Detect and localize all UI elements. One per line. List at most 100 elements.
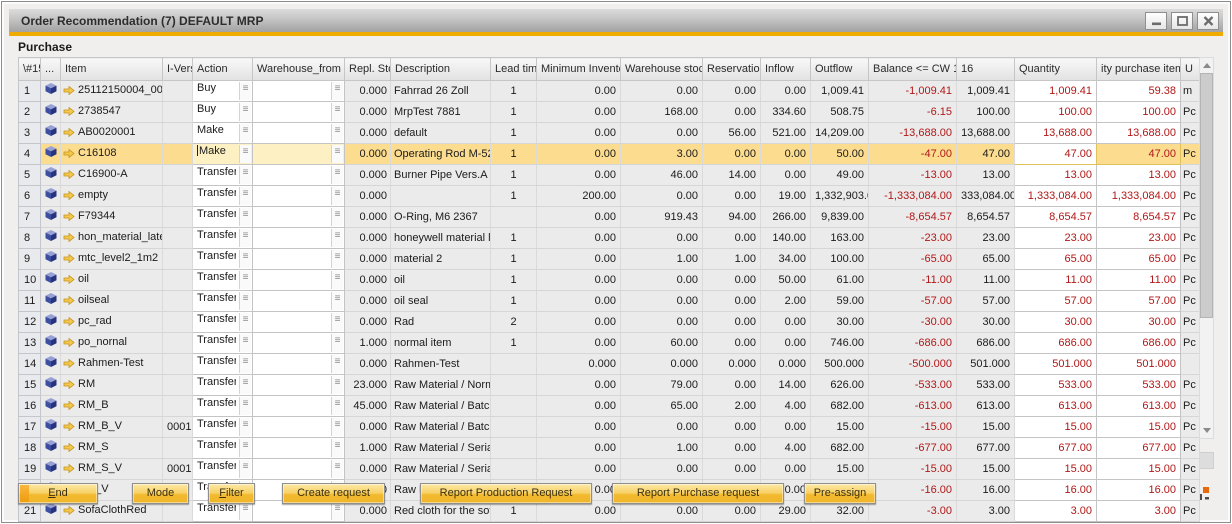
col-header-quantity[interactable]: Quantity (1015, 58, 1097, 81)
choose-list-icon[interactable]: ≡ (239, 271, 251, 289)
quantity-cell[interactable]: 1,333,084.00 (1015, 186, 1097, 207)
col-header-balance-cw14[interactable]: Balance <= CW 14 (869, 58, 957, 81)
quantity-cell[interactable]: 11.00 (1015, 270, 1097, 291)
quantity-purchase-item-cell[interactable]: 8,654.57 (1097, 207, 1181, 228)
warehouse-from-cell[interactable]: ≡ (253, 186, 345, 207)
choose-list-icon[interactable]: ≡ (239, 250, 251, 268)
warehouse-from-cell[interactable]: ≡ (253, 123, 345, 144)
action-cell[interactable]: Transfer≡ (193, 186, 253, 207)
action-cell[interactable]: Make≡ (193, 144, 253, 165)
link-arrow-icon[interactable] (63, 169, 75, 184)
col-header-lead-time[interactable]: Lead time (491, 58, 537, 81)
link-arrow-icon[interactable] (63, 232, 75, 247)
col-header-warehouse-from[interactable]: Warehouse_from (253, 58, 345, 81)
vertical-scroll-thumb[interactable] (1200, 73, 1213, 318)
col-header-icon[interactable]: ... (41, 58, 61, 81)
table-row[interactable]: 19 RM_S_V 0001 Transfer≡ ≡ 0.000 Raw Mat… (19, 459, 1200, 480)
warehouse-from-cell[interactable]: ≡ (253, 354, 345, 375)
choose-list-icon[interactable]: ≡ (331, 334, 343, 352)
quantity-cell[interactable]: 533.00 (1015, 375, 1097, 396)
row-number-cell[interactable]: 8 (19, 228, 41, 249)
choose-list-icon[interactable]: ≡ (331, 103, 343, 121)
row-number-cell[interactable]: 4 (19, 144, 41, 165)
choose-list-icon[interactable]: ≡ (239, 82, 251, 100)
row-number-cell[interactable]: 17 (19, 417, 41, 438)
quantity-purchase-item-cell[interactable]: 501.000 (1097, 354, 1181, 375)
link-arrow-icon[interactable] (63, 316, 75, 331)
warehouse-from-cell[interactable]: ≡ (253, 459, 345, 480)
row-number-cell[interactable]: 7 (19, 207, 41, 228)
quantity-cell[interactable]: 3.00 (1015, 501, 1097, 522)
pre-assign-button[interactable]: Pre-assign (804, 483, 876, 504)
table-row[interactable]: 14 Rahmen-Test Transfer≡ ≡ 0.000 Rahmen-… (19, 354, 1200, 375)
link-arrow-icon[interactable] (63, 253, 75, 268)
link-arrow-icon[interactable] (63, 421, 75, 436)
close-button[interactable] (1197, 12, 1219, 30)
link-arrow-icon[interactable] (63, 148, 75, 163)
quantity-purchase-item-cell[interactable]: 23.00 (1097, 228, 1181, 249)
choose-list-icon[interactable]: ≡ (239, 124, 251, 142)
create-request-button[interactable]: Create request (282, 483, 385, 504)
choose-list-icon[interactable]: ≡ (331, 418, 343, 436)
action-cell[interactable]: Transfer≡ (193, 270, 253, 291)
action-cell[interactable]: Transfer≡ (193, 417, 253, 438)
choose-list-icon[interactable]: ≡ (239, 439, 251, 457)
item-cell[interactable]: F79344 (61, 207, 163, 228)
choose-list-icon[interactable]: ≡ (331, 313, 343, 331)
choose-list-icon[interactable]: ≡ (331, 166, 343, 184)
table-row[interactable]: 15 RM Transfer≡ ≡ 23.000 Raw Material / … (19, 375, 1200, 396)
quantity-cell[interactable]: 30.00 (1015, 312, 1097, 333)
minimize-button[interactable] (1145, 12, 1167, 30)
link-arrow-icon[interactable] (63, 127, 75, 142)
quantity-cell[interactable]: 16.00 (1015, 480, 1097, 501)
end-button[interactable]: End (18, 483, 98, 504)
quantity-purchase-item-cell[interactable]: 65.00 (1097, 249, 1181, 270)
choose-list-icon[interactable]: ≡ (331, 271, 343, 289)
link-arrow-icon[interactable] (63, 400, 75, 415)
action-cell[interactable]: Transfer≡ (193, 333, 253, 354)
warehouse-from-cell[interactable]: ≡ (253, 81, 345, 102)
link-arrow-icon[interactable] (63, 211, 75, 226)
link-arrow-icon[interactable] (63, 337, 75, 352)
link-arrow-icon[interactable] (63, 358, 75, 373)
col-header-outflow[interactable]: Outflow (811, 58, 869, 81)
link-arrow-icon[interactable] (63, 85, 75, 100)
row-number-cell[interactable]: 11 (19, 291, 41, 312)
item-cell[interactable]: RM_B_V (61, 417, 163, 438)
table-row[interactable]: 4 C16108 Make≡ ≡ 0.000 Operating Rod M-5… (19, 144, 1200, 165)
table-row[interactable]: 10 oil Transfer≡ ≡ 0.000 oil 1 0.00 0.00… (19, 270, 1200, 291)
item-cell[interactable]: oil (61, 270, 163, 291)
quantity-cell[interactable]: 8,654.57 (1015, 207, 1097, 228)
link-arrow-icon[interactable] (63, 505, 75, 520)
col-header-inflow[interactable]: Inflow (761, 58, 811, 81)
scroll-down-button[interactable] (1200, 423, 1213, 438)
table-row[interactable]: 20 RM_V Transfer≡ ≡ 0.000 Raw Material /… (19, 480, 1200, 501)
choose-list-icon[interactable]: ≡ (331, 397, 343, 415)
choose-list-icon[interactable]: ≡ (331, 208, 343, 226)
window-titlebar[interactable]: Order Recommendation (7) DEFAULT MRP (9, 9, 1223, 32)
choose-list-icon[interactable]: ≡ (239, 103, 251, 121)
link-arrow-icon[interactable] (63, 274, 75, 289)
choose-list-icon[interactable]: ≡ (239, 334, 251, 352)
vertical-scrollbar[interactable] (1199, 57, 1214, 439)
quantity-cell[interactable]: 100.00 (1015, 102, 1097, 123)
item-cell[interactable]: C16900-A (61, 165, 163, 186)
choose-list-icon[interactable]: ≡ (331, 502, 343, 520)
choose-list-icon[interactable]: ≡ (239, 460, 251, 478)
choose-list-icon[interactable]: ≡ (239, 166, 251, 184)
row-number-cell[interactable]: 6 (19, 186, 41, 207)
action-cell[interactable]: Transfer≡ (193, 249, 253, 270)
report-production-request-button[interactable]: Report Production Request (420, 483, 592, 504)
item-cell[interactable]: empty (61, 186, 163, 207)
link-arrow-icon[interactable] (63, 379, 75, 394)
quantity-cell[interactable]: 13.00 (1015, 165, 1097, 186)
action-cell[interactable]: Transfer≡ (193, 396, 253, 417)
warehouse-from-cell[interactable]: ≡ (253, 270, 345, 291)
warehouse-from-cell[interactable]: ≡ (253, 375, 345, 396)
maximize-button[interactable] (1171, 12, 1193, 30)
col-header-iversion[interactable]: I-Version (163, 58, 193, 81)
quantity-cell[interactable]: 677.00 (1015, 438, 1097, 459)
table-row[interactable]: 3 AB0020001 Make≡ ≡ 0.000 default 1 0.00… (19, 123, 1200, 144)
choose-list-icon[interactable]: ≡ (239, 502, 251, 520)
quantity-cell[interactable]: 1,009.41 (1015, 81, 1097, 102)
